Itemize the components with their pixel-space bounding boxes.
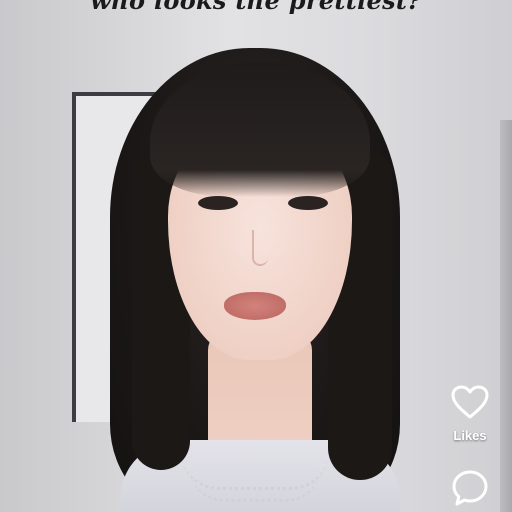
right-eye — [288, 196, 328, 210]
necklace-second — [190, 468, 320, 502]
lips — [224, 292, 286, 320]
heart-icon — [450, 384, 490, 420]
nose — [252, 230, 268, 266]
reel-screen: who looks the prettiest? Likes — [0, 0, 512, 512]
door-edge — [500, 120, 512, 512]
left-eye — [198, 196, 238, 210]
action-rail: Likes — [442, 384, 498, 507]
like-button[interactable]: Likes — [450, 384, 490, 443]
video-caption: who looks the prettiest? — [90, 0, 422, 15]
likes-label: Likes — [453, 428, 487, 443]
comment-icon — [451, 469, 489, 507]
comment-button[interactable] — [451, 469, 489, 507]
